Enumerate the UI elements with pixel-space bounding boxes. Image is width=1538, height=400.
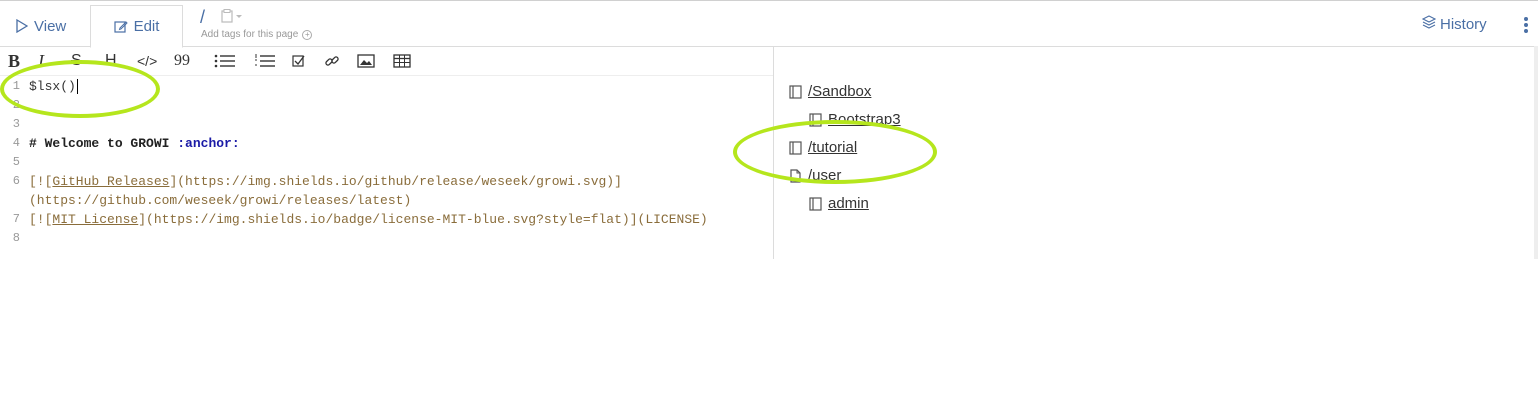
- page-path-area: / Add tags for this page +: [196, 7, 336, 43]
- numbered-list-button[interactable]: [254, 50, 276, 72]
- heading-text: # Welcome to GROWI: [29, 136, 178, 151]
- link-url: ](https://img.shields.io/badge/license-M…: [138, 212, 708, 227]
- bullet-list-button[interactable]: [214, 50, 236, 72]
- line-number: 6: [12, 174, 20, 188]
- tab-view-label: View: [34, 17, 67, 35]
- image-button[interactable]: [357, 50, 375, 72]
- line-text: (https://github.com/weseek/growi/release…: [29, 193, 412, 208]
- link-button[interactable]: [324, 50, 340, 72]
- line-number: 5: [12, 155, 20, 169]
- history-button[interactable]: History: [1421, 15, 1487, 33]
- checkbox-icon: [292, 55, 305, 67]
- line-number: 8: [12, 231, 20, 245]
- link-prefix: [![: [29, 212, 53, 227]
- page-tree-item[interactable]: /Sandbox: [789, 83, 871, 100]
- annotation-ellipse-editor: [0, 60, 160, 118]
- line-number: 3: [12, 117, 20, 131]
- table-button[interactable]: [393, 50, 411, 72]
- image-icon: [357, 54, 375, 68]
- editor-line: 8: [0, 229, 773, 248]
- page-tree-link[interactable]: admin: [828, 195, 869, 212]
- more-options-icon[interactable]: [1521, 17, 1531, 35]
- add-tags-link[interactable]: Add tags for this page +: [201, 29, 313, 40]
- blank-area: [0, 259, 1538, 400]
- link-url: ](https://img.shields.io/github/release/…: [169, 174, 622, 189]
- tab-view[interactable]: View: [16, 5, 66, 47]
- numbered-list-icon: [255, 54, 275, 67]
- bullet-list-icon: [214, 54, 235, 68]
- editor-line: (https://github.com/weseek/growi/release…: [0, 191, 773, 210]
- checklist-button[interactable]: [292, 50, 306, 72]
- plus-circle-icon: +: [302, 29, 313, 40]
- folder-page-icon: [789, 84, 802, 99]
- layers-icon: [1421, 15, 1437, 33]
- emoji-keyword: :anchor:: [177, 136, 240, 151]
- editor-line: 3: [0, 115, 773, 134]
- app-window: View Edit / Add tags for this page + His…: [0, 0, 1538, 400]
- tab-edit[interactable]: Edit: [90, 5, 183, 48]
- annotation-ellipse-preview: [733, 120, 937, 184]
- link-icon: [325, 56, 339, 66]
- editor-line: 4 # Welcome to GROWI :anchor:: [0, 134, 773, 153]
- table-icon: [393, 54, 411, 68]
- line-number: 4: [12, 136, 20, 150]
- link-text: MIT License: [52, 212, 139, 227]
- editor-line: 6 [![GitHub Releases](https://img.shield…: [0, 172, 773, 191]
- code-button[interactable]: </>: [137, 50, 157, 72]
- quote-button[interactable]: 99: [174, 50, 190, 72]
- tab-edit-label: Edit: [133, 18, 160, 35]
- copy-dropdown-icon[interactable]: [220, 9, 246, 28]
- folder-page-icon: [809, 196, 822, 211]
- editor-line: 7 [![MIT License](https://img.shields.io…: [0, 210, 773, 229]
- page-tree-item[interactable]: admin: [809, 195, 869, 212]
- editor-line: 5: [0, 153, 773, 172]
- edit-icon: [113, 20, 128, 34]
- bold-button[interactable]: B: [8, 50, 20, 72]
- play-icon: [16, 19, 28, 33]
- page-tree-link[interactable]: /Sandbox: [808, 83, 871, 100]
- page-path[interactable]: /: [200, 7, 205, 28]
- preview-scrollbar[interactable]: [1534, 46, 1538, 259]
- line-number: 7: [12, 212, 20, 226]
- link-prefix: [![: [29, 174, 53, 189]
- add-tags-label: Add tags for this page: [201, 29, 299, 40]
- link-text: GitHub Releases: [52, 174, 170, 189]
- top-bar: View Edit / Add tags for this page + His…: [0, 0, 1538, 48]
- history-label: History: [1440, 15, 1487, 33]
